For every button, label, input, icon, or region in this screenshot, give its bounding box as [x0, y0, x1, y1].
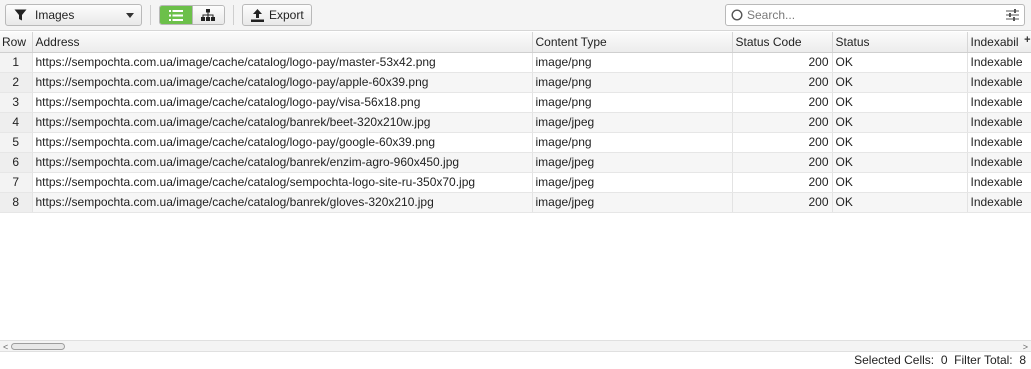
- address-cell[interactable]: https://sempochta.com.ua/image/cache/cat…: [32, 72, 533, 93]
- table-row[interactable]: 6 https://sempochta.com.ua/image/cache/c…: [0, 152, 1031, 173]
- address-cell[interactable]: https://sempochta.com.ua/image/cache/cat…: [32, 112, 533, 133]
- export-icon: [251, 8, 264, 22]
- content-type-cell[interactable]: image/png: [532, 72, 733, 93]
- scroll-left-icon[interactable]: <: [3, 342, 8, 352]
- content-type-cell[interactable]: image/png: [532, 92, 733, 113]
- address-cell[interactable]: https://sempochta.com.ua/image/cache/cat…: [32, 132, 533, 153]
- data-grid[interactable]: Row Address Content Type Status Code Sta…: [0, 32, 1031, 340]
- table-row[interactable]: 2 https://sempochta.com.ua/image/cache/c…: [0, 72, 1031, 93]
- search-input[interactable]: [747, 8, 997, 22]
- filter-dropdown[interactable]: Images: [5, 4, 142, 26]
- status-code-cell[interactable]: 200: [732, 112, 833, 133]
- status-cell[interactable]: OK: [832, 92, 968, 113]
- address-cell[interactable]: https://sempochta.com.ua/image/cache/cat…: [32, 52, 533, 73]
- search-icon: [731, 9, 743, 21]
- indexability-cell[interactable]: Indexable: [967, 112, 1031, 133]
- scrollbar-thumb[interactable]: [11, 343, 65, 350]
- column-header-content-type[interactable]: Content Type: [532, 32, 733, 53]
- address-cell[interactable]: https://sempochta.com.ua/image/cache/cat…: [32, 92, 533, 113]
- table-header-row: Row Address Content Type Status Code Sta…: [0, 32, 1031, 53]
- list-view-icon: [168, 9, 183, 21]
- status-code-cell[interactable]: 200: [732, 132, 833, 153]
- column-header-indexability[interactable]: Indexabil +: [967, 32, 1031, 53]
- list-view-button[interactable]: [160, 6, 192, 24]
- status-cell[interactable]: OK: [832, 172, 968, 193]
- content-type-cell[interactable]: image/jpeg: [532, 152, 733, 173]
- toolbar-divider: [233, 5, 234, 25]
- table-row[interactable]: 5 https://sempochta.com.ua/image/cache/c…: [0, 132, 1031, 153]
- add-column-icon[interactable]: +: [1024, 34, 1030, 46]
- table-row[interactable]: 4 https://sempochta.com.ua/image/cache/c…: [0, 112, 1031, 133]
- status-bar-text: Selected Cells: 0 Filter Total: 8: [854, 353, 1026, 367]
- status-cell[interactable]: OK: [832, 112, 968, 133]
- row-number-cell: 3: [0, 92, 33, 113]
- table-row[interactable]: 3 https://sempochta.com.ua/image/cache/c…: [0, 92, 1031, 113]
- export-button[interactable]: Export: [242, 4, 312, 26]
- toolbar: Images Export: [0, 0, 1031, 31]
- indexability-cell[interactable]: Indexable: [967, 52, 1031, 73]
- status-code-cell[interactable]: 200: [732, 192, 833, 213]
- filter-total-count: 8: [1019, 353, 1026, 367]
- address-cell[interactable]: https://sempochta.com.ua/image/cache/cat…: [32, 152, 533, 173]
- content-type-cell[interactable]: image/jpeg: [532, 112, 733, 133]
- content-type-cell[interactable]: image/jpeg: [532, 192, 733, 213]
- tree-view-button[interactable]: [191, 6, 224, 24]
- results-table: Row Address Content Type Status Code Sta…: [0, 32, 1031, 213]
- column-header-status[interactable]: Status: [832, 32, 968, 53]
- search-options-icon[interactable]: [1006, 9, 1019, 21]
- row-number-cell: 5: [0, 132, 33, 153]
- table-row[interactable]: 8 https://sempochta.com.ua/image/cache/c…: [0, 192, 1031, 213]
- row-number-cell: 2: [0, 72, 33, 93]
- status-cell[interactable]: OK: [832, 152, 968, 173]
- status-cell[interactable]: OK: [832, 52, 968, 73]
- column-header-row[interactable]: Row: [0, 32, 33, 53]
- status-cell[interactable]: OK: [832, 72, 968, 93]
- tree-view-icon: [201, 9, 216, 21]
- export-button-label: Export: [269, 8, 304, 22]
- search-box: [725, 4, 1025, 26]
- status-bar: Selected Cells: 0 Filter Total: 8: [0, 352, 1031, 369]
- status-code-cell[interactable]: 200: [732, 72, 833, 93]
- selected-cells-count: 0: [940, 353, 948, 367]
- table-row[interactable]: 7 https://sempochta.com.ua/image/cache/c…: [0, 172, 1031, 193]
- status-code-cell[interactable]: 200: [732, 172, 833, 193]
- column-header-status-code[interactable]: Status Code: [732, 32, 833, 53]
- indexability-cell[interactable]: Indexable: [967, 172, 1031, 193]
- indexability-cell[interactable]: Indexable: [967, 92, 1031, 113]
- address-cell[interactable]: https://sempochta.com.ua/image/cache/cat…: [32, 192, 533, 213]
- status-cell[interactable]: OK: [832, 192, 968, 213]
- filter-total-label: Filter Total:: [954, 353, 1013, 367]
- row-number-cell: 8: [0, 192, 33, 213]
- column-header-address[interactable]: Address: [32, 32, 533, 53]
- indexability-cell[interactable]: Indexable: [967, 132, 1031, 153]
- indexability-cell[interactable]: Indexable: [967, 72, 1031, 93]
- row-number-cell: 1: [0, 52, 33, 73]
- column-header-indexability-label: Indexabil: [970, 34, 1019, 49]
- filter-dropdown-label: Images: [35, 8, 75, 22]
- indexability-cell[interactable]: Indexable: [967, 152, 1031, 173]
- view-toggle[interactable]: [159, 5, 225, 25]
- content-type-cell[interactable]: image/jpeg: [532, 172, 733, 193]
- horizontal-scrollbar[interactable]: < >: [0, 340, 1031, 352]
- selected-cells-label: Selected Cells:: [854, 353, 935, 367]
- status-cell[interactable]: OK: [832, 132, 968, 153]
- table-row[interactable]: 1 https://sempochta.com.ua/image/cache/c…: [0, 52, 1031, 73]
- filter-icon: [14, 9, 27, 21]
- scroll-right-icon[interactable]: >: [1023, 342, 1028, 352]
- toolbar-divider: [150, 5, 151, 25]
- content-type-cell[interactable]: image/png: [532, 132, 733, 153]
- row-number-cell: 6: [0, 152, 33, 173]
- row-number-cell: 7: [0, 172, 33, 193]
- content-type-cell[interactable]: image/png: [532, 52, 733, 73]
- status-code-cell[interactable]: 200: [732, 52, 833, 73]
- status-code-cell[interactable]: 200: [732, 152, 833, 173]
- chevron-down-icon: [126, 13, 134, 18]
- row-number-cell: 4: [0, 112, 33, 133]
- status-code-cell[interactable]: 200: [732, 92, 833, 113]
- indexability-cell[interactable]: Indexable: [967, 192, 1031, 213]
- address-cell[interactable]: https://sempochta.com.ua/image/cache/cat…: [32, 172, 533, 193]
